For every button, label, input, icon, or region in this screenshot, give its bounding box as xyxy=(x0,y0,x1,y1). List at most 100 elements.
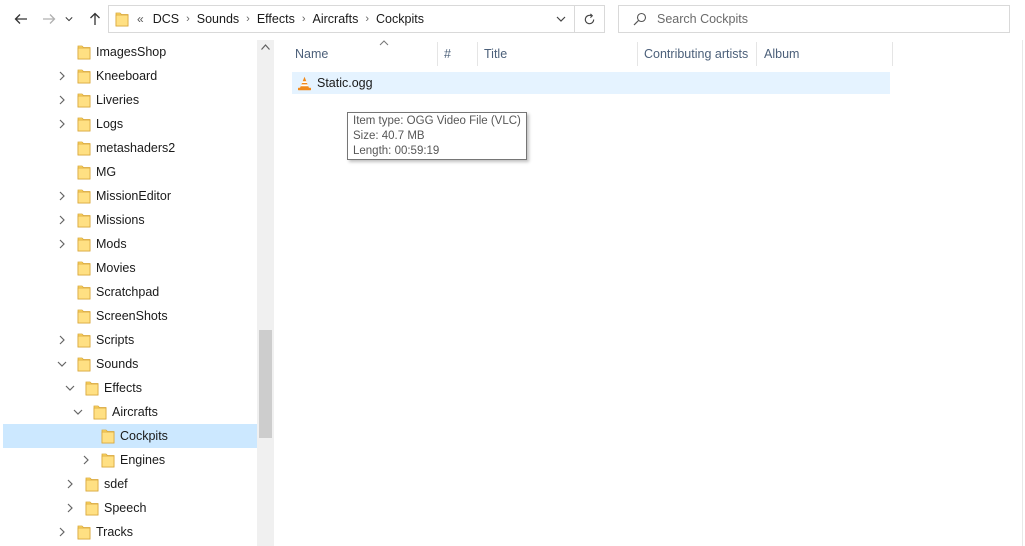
breadcrumb-overflow[interactable]: « xyxy=(137,12,144,26)
tree-item-missioneditor[interactable]: MissionEditor xyxy=(3,184,257,208)
chevron-right-icon[interactable]: › xyxy=(299,13,309,25)
chevron-right-icon[interactable] xyxy=(57,527,67,537)
tree-item-effects[interactable]: Effects xyxy=(3,376,257,400)
tree-item-label: MG xyxy=(96,165,117,179)
arrow-right-icon xyxy=(43,14,56,24)
breadcrumb-effects[interactable]: Effects xyxy=(253,12,299,26)
tree-item-aircrafts[interactable]: Aircrafts xyxy=(3,400,257,424)
column-header-name-label: Name xyxy=(295,47,329,61)
chevron-right-icon[interactable] xyxy=(57,71,67,81)
forward-button[interactable] xyxy=(38,8,60,30)
breadcrumb-aircrafts[interactable]: Aircrafts xyxy=(309,12,363,26)
chevron-down-icon[interactable] xyxy=(57,359,67,369)
folder-icon xyxy=(77,236,91,252)
chevron-down-icon[interactable] xyxy=(65,383,75,393)
chevron-right-icon[interactable] xyxy=(57,119,67,129)
tree-item-label: Tracks xyxy=(96,525,134,539)
navigation-pane-scrollbar[interactable] xyxy=(257,40,274,546)
tree-item-scratchpad[interactable]: Scratchpad xyxy=(3,280,257,304)
chevron-right-icon[interactable]: › xyxy=(183,13,193,25)
address-history-button[interactable] xyxy=(548,6,574,32)
folder-icon xyxy=(101,452,115,468)
breadcrumb-sounds[interactable]: Sounds xyxy=(193,12,243,26)
search-icon xyxy=(633,12,647,26)
tree-item-movies[interactable]: Movies xyxy=(3,256,257,280)
tree-item-speech[interactable]: Speech xyxy=(3,496,257,520)
search-box[interactable] xyxy=(618,5,1010,33)
search-input[interactable] xyxy=(657,12,997,26)
breadcrumb-cockpits[interactable]: Cockpits xyxy=(372,12,428,26)
tree-item-metashaders2[interactable]: metashaders2 xyxy=(3,136,257,160)
breadcrumb-dcs[interactable]: DCS xyxy=(149,12,183,26)
vlc-cone-icon xyxy=(298,76,311,90)
column-header-contributing-artists[interactable]: Contributing artists xyxy=(644,42,756,66)
tree-item-label: Scratchpad xyxy=(96,285,160,299)
tree-item-label: Cockpits xyxy=(120,429,168,443)
refresh-icon xyxy=(584,13,595,24)
tree-item-label: Missions xyxy=(96,213,145,227)
tree-item-label: Engines xyxy=(120,453,166,467)
refresh-button[interactable] xyxy=(575,5,605,33)
scroll-up-arrow-icon[interactable] xyxy=(261,44,270,50)
column-divider[interactable] xyxy=(477,42,478,66)
tree-item-kneeboard[interactable]: Kneeboard xyxy=(3,64,257,88)
scrollbar-thumb[interactable] xyxy=(259,330,272,438)
chevron-right-icon[interactable] xyxy=(57,191,67,201)
chevron-right-icon[interactable] xyxy=(57,95,67,105)
chevron-right-icon[interactable] xyxy=(57,335,67,345)
address-bar[interactable]: « DCS › Sounds › Effects › Aircrafts › C… xyxy=(108,5,575,33)
column-header-number[interactable]: # xyxy=(444,42,478,66)
column-header-title[interactable]: Title xyxy=(484,42,637,66)
tree-item-label: Scripts xyxy=(96,333,135,347)
chevron-right-icon[interactable] xyxy=(57,239,67,249)
tree-item-label: ImagesShop xyxy=(96,45,167,59)
folder-icon xyxy=(77,332,91,348)
file-name: Static.ogg xyxy=(317,76,373,90)
column-divider[interactable] xyxy=(637,42,638,66)
recent-locations-button[interactable] xyxy=(62,8,76,30)
chevron-right-icon[interactable] xyxy=(57,215,67,225)
back-button[interactable] xyxy=(10,8,32,30)
folder-icon xyxy=(77,212,91,228)
arrow-up-icon xyxy=(90,12,100,25)
chevron-down-icon[interactable] xyxy=(73,407,83,417)
file-row[interactable]: Static.ogg xyxy=(292,72,890,94)
column-header-title-label: Title xyxy=(484,47,508,61)
chevron-down-icon xyxy=(65,17,73,22)
tree-item-logs[interactable]: Logs xyxy=(3,112,257,136)
folder-icon xyxy=(77,44,91,60)
tree-item-label: Effects xyxy=(104,381,142,395)
column-header-name[interactable]: Name xyxy=(295,40,437,66)
folder-icon xyxy=(77,308,91,324)
tree-item-screenshots[interactable]: ScreenShots xyxy=(3,304,257,328)
tree-item-sdef[interactable]: sdef xyxy=(3,472,257,496)
tooltip-length: Length: 00:59:19 xyxy=(353,145,440,157)
tree-item-scripts[interactable]: Scripts xyxy=(3,328,257,352)
tree-item-label: metashaders2 xyxy=(96,141,176,155)
tree-item-engines[interactable]: Engines xyxy=(3,448,257,472)
tree-item-cockpits[interactable]: Cockpits xyxy=(3,424,257,448)
chevron-right-icon[interactable] xyxy=(65,503,75,513)
column-divider[interactable] xyxy=(756,42,757,66)
breadcrumb: « DCS › Sounds › Effects › Aircrafts › C… xyxy=(133,6,428,32)
tree-item-label: Kneeboard xyxy=(96,69,158,83)
chevron-right-icon[interactable] xyxy=(81,455,91,465)
column-divider[interactable] xyxy=(892,42,893,66)
tree-item-sounds[interactable]: Sounds xyxy=(3,352,257,376)
tree-item-missions[interactable]: Missions xyxy=(3,208,257,232)
chevron-right-icon[interactable]: › xyxy=(362,13,372,25)
tree-item-tracks[interactable]: Tracks xyxy=(3,520,257,544)
column-header-album[interactable]: Album xyxy=(764,42,892,66)
tree-item-label: Mods xyxy=(96,237,127,251)
tree-item-mg[interactable]: MG xyxy=(3,160,257,184)
tree-item-imagesshop[interactable]: ImagesShop xyxy=(3,40,257,64)
column-header-number-label: # xyxy=(444,47,451,61)
chevron-right-icon[interactable]: › xyxy=(243,13,253,25)
chevron-right-icon[interactable] xyxy=(65,479,75,489)
folder-icon xyxy=(77,356,91,372)
up-button[interactable] xyxy=(84,8,106,30)
tooltip-item-type: Item type: OGG Video File (VLC) xyxy=(353,115,521,127)
tree-item-mods[interactable]: Mods xyxy=(3,232,257,256)
column-divider[interactable] xyxy=(437,42,438,66)
tree-item-liveries[interactable]: Liveries xyxy=(3,88,257,112)
